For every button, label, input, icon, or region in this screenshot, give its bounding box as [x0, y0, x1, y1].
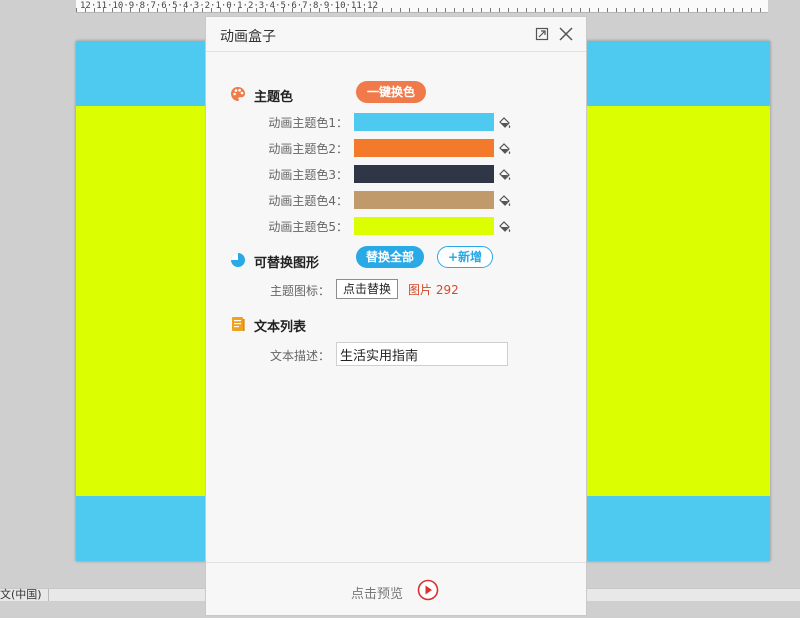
horizontal-ruler: 12·11·10·9·8·7·6·5·4·3·2·1·0·1·2·3·4·5·6… [76, 0, 768, 13]
paint-bucket-icon[interactable] [498, 193, 512, 207]
play-icon [417, 579, 439, 601]
panel-header: 动画盒子 [206, 17, 586, 52]
panel-title: 动画盒子 [220, 29, 276, 45]
animation-box-panel: 动画盒子 主题色 一键换色 动画主题色1： 动画主题色2： 动画主题色3： 动画… [205, 16, 587, 616]
pie-chart-icon [230, 252, 246, 268]
replaceable-shapes-title: 可替换图形 [254, 256, 320, 271]
paint-bucket-icon[interactable] [498, 115, 512, 129]
theme-color-2-label: 动画主题色2： [268, 142, 348, 156]
replace-all-button[interactable]: 替换全部 [356, 246, 424, 268]
theme-color-3-swatch[interactable] [354, 165, 494, 183]
theme-icon-label: 主题图标： [269, 284, 330, 298]
panel-footer: 点击预览 [206, 562, 586, 618]
theme-color-title: 主题色 [254, 90, 294, 105]
text-list-title: 文本列表 [254, 320, 307, 335]
theme-color-1-label: 动画主题色1： [268, 116, 348, 130]
paint-bucket-icon[interactable] [498, 141, 512, 155]
paint-bucket-icon[interactable] [498, 219, 512, 233]
click-replace-button[interactable]: 点击替换 [336, 279, 398, 299]
palette-icon [230, 86, 246, 102]
text-description-input[interactable] [336, 342, 508, 366]
preview-label: 点击预览 [351, 587, 404, 602]
close-icon[interactable] [558, 26, 574, 42]
text-description-label: 文本描述： [269, 349, 330, 363]
theme-color-3-label: 动画主题色3： [268, 168, 348, 182]
picture-reference[interactable]: 图片 292 [408, 281, 459, 298]
paint-bucket-icon[interactable] [498, 167, 512, 181]
theme-color-1-swatch[interactable] [354, 113, 494, 131]
add-new-button[interactable]: +新增 [437, 246, 493, 268]
restore-icon[interactable] [534, 26, 550, 42]
theme-color-5-swatch[interactable] [354, 217, 494, 235]
theme-color-4-swatch[interactable] [354, 191, 494, 209]
theme-color-5-label: 动画主题色5： [268, 220, 348, 234]
document-list-icon [230, 316, 246, 332]
ruler-numbers: 12·11·10·9·8·7·6·5·4·3·2·1·0·1·2·3·4·5·6… [80, 1, 379, 11]
theme-color-2-swatch[interactable] [354, 139, 494, 157]
theme-color-4-label: 动画主题色4： [268, 194, 348, 208]
one-click-recolor-button[interactable]: 一键换色 [356, 81, 426, 103]
status-language[interactable]: 文(中国) [0, 589, 49, 601]
